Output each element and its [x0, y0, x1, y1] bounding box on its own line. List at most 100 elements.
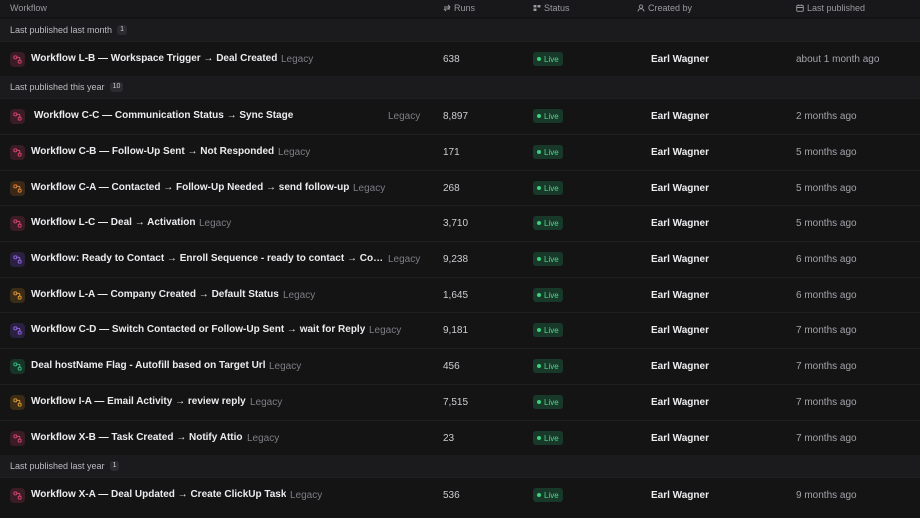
workflow-name[interactable]: Workflow L-C — Deal → Activation	[31, 217, 195, 228]
created-by: Earl Wagner	[651, 433, 709, 444]
column-workflow-label: Workflow	[10, 3, 47, 13]
legacy-label: Legacy	[199, 218, 232, 229]
table-row[interactable]: Workflow I-A — Email Activity → review r…	[0, 384, 920, 420]
workflow-icon	[10, 109, 25, 124]
status-label: Live	[544, 361, 559, 371]
column-created-by-label: Created by	[648, 3, 693, 13]
table-row[interactable]: Deal hostName Flag - Autofill based on T…	[0, 348, 920, 384]
legacy-label: Legacy	[281, 54, 314, 65]
created-by: Earl Wagner	[651, 254, 709, 265]
status-label: Live	[544, 218, 559, 228]
last-published: 2 months ago	[796, 111, 857, 122]
column-status-label: Status	[544, 3, 570, 13]
status-icon	[533, 4, 541, 12]
status-label: Live	[544, 325, 559, 335]
runs-count: 3,710	[443, 218, 469, 229]
last-published: 5 months ago	[796, 147, 857, 158]
group-label-wrap: Last published last month 1	[10, 25, 127, 35]
workflow-name[interactable]: Workflow C-A — Contacted → Follow-Up Nee…	[31, 182, 349, 193]
table-row[interactable]: Workflow L-C — Deal → Activation Legacy 3,…	[0, 205, 920, 241]
table-row[interactable]: Workflow: Ready to Contact → Enroll Sequ…	[0, 241, 920, 277]
workflow-icon	[10, 395, 25, 410]
status-label: Live	[544, 254, 559, 264]
runs-count: 9,181	[443, 325, 469, 336]
calendar-icon	[796, 4, 804, 12]
legacy-label: Legacy	[388, 254, 421, 265]
column-status[interactable]: Status	[533, 3, 570, 13]
created-by: Earl Wagner	[651, 325, 709, 336]
group-count-badge: 1	[109, 461, 120, 471]
legacy-label: Legacy	[290, 490, 323, 501]
legacy-label: Legacy	[388, 111, 421, 122]
workflow-name[interactable]: Workflow X-A — Deal Updated → Create Cli…	[31, 489, 286, 500]
workflow-name[interactable]: Workflow C-D — Switch Contacted or Follo…	[31, 324, 365, 335]
workflow-name[interactable]: Workflow: Ready to Contact → Enroll Sequ…	[31, 253, 385, 264]
workflow-icon	[10, 323, 25, 338]
workflow-icon	[10, 288, 25, 303]
legacy-label: Legacy	[283, 290, 316, 301]
runs-count: 9,238	[443, 254, 469, 265]
status-label: Live	[544, 490, 559, 500]
legacy-label: Legacy	[247, 433, 280, 444]
runs-count: 8,897	[443, 111, 469, 122]
workflow-name[interactable]: Workflow I-A — Email Activity → review r…	[31, 396, 246, 407]
created-by: Earl Wagner	[651, 111, 709, 122]
workflow-name[interactable]: Workflow C-B — Follow-Up Sent → Not Resp…	[31, 146, 274, 157]
status-badge: Live	[533, 431, 563, 445]
table-row[interactable]: Workflow C-C — Communication Status → Sy…	[0, 98, 920, 134]
group-label: Last published last month	[10, 25, 113, 35]
workflow-icon	[10, 359, 25, 374]
last-published: 5 months ago	[796, 218, 857, 229]
table-row[interactable]: Workflow C-A — Contacted → Follow-Up Nee…	[0, 170, 920, 206]
live-dot-icon	[537, 114, 541, 118]
legacy-label: Legacy	[250, 397, 283, 408]
group-header[interactable]: Last published last month 1	[0, 19, 920, 41]
group-label-wrap: Last published last year 1	[10, 461, 120, 471]
table-row[interactable]: Workflow L-B — Workspace Trigger → Deal …	[0, 41, 920, 77]
column-runs-label: Runs	[454, 3, 476, 13]
last-published: about 1 month ago	[796, 54, 880, 65]
column-workflow[interactable]: Workflow	[10, 3, 47, 13]
column-runs[interactable]: Runs	[443, 3, 475, 13]
status-label: Live	[544, 290, 559, 300]
column-created-by[interactable]: Created by	[637, 3, 692, 13]
runs-count: 1,645	[443, 290, 469, 301]
column-last-published[interactable]: Last published	[796, 3, 865, 13]
group-label-wrap: Last published this year 10	[10, 82, 124, 92]
group-header[interactable]: Last published this year 10	[0, 76, 920, 98]
status-label: Live	[544, 111, 559, 121]
user-icon	[637, 4, 645, 12]
group-header[interactable]: Last published last year 1	[0, 455, 920, 477]
table-header: Workflow Runs Status Created by Last pub…	[0, 0, 920, 17]
workflow-name[interactable]: Deal hostName Flag - Autofill based on T…	[31, 360, 265, 371]
live-dot-icon	[537, 400, 541, 404]
group-label: Last published this year	[10, 82, 105, 92]
table-row[interactable]: Workflow C-D — Switch Contacted or Follo…	[0, 312, 920, 348]
status-label: Live	[544, 147, 559, 157]
table-row[interactable]: Workflow X-B — Task Created → Notify Att…	[0, 420, 920, 456]
legacy-label: Legacy	[369, 325, 402, 336]
workflow-name[interactable]: Workflow L-B — Workspace Trigger → Deal …	[31, 53, 277, 64]
status-badge: Live	[533, 395, 563, 409]
status-label: Live	[544, 183, 559, 193]
table-row[interactable]: Workflow L-A — Company Created → Default…	[0, 277, 920, 313]
runs-count: 268	[443, 183, 460, 194]
workflow-name[interactable]: Workflow C-C — Communication Status → Sy…	[34, 110, 293, 121]
live-dot-icon	[537, 493, 541, 497]
status-label: Live	[544, 54, 559, 64]
workflow-name[interactable]: Workflow X-B — Task Created → Notify Att…	[31, 432, 243, 443]
live-dot-icon	[537, 328, 541, 332]
last-published: 6 months ago	[796, 254, 857, 265]
runs-count: 638	[443, 54, 460, 65]
table-row[interactable]: Workflow C-B — Follow-Up Sent → Not Resp…	[0, 134, 920, 170]
legacy-label: Legacy	[353, 183, 386, 194]
legacy-label: Legacy	[269, 361, 302, 372]
workflow-name[interactable]: Workflow L-A — Company Created → Default…	[31, 289, 279, 300]
arrows-icon	[443, 4, 451, 12]
group-count-badge: 10	[109, 82, 124, 92]
created-by: Earl Wagner	[651, 183, 709, 194]
table-row[interactable]: Workflow X-A — Deal Updated → Create Cli…	[0, 477, 920, 518]
workflow-icon	[10, 52, 25, 67]
workflow-icon	[10, 181, 25, 196]
workflow-icon	[10, 431, 25, 446]
